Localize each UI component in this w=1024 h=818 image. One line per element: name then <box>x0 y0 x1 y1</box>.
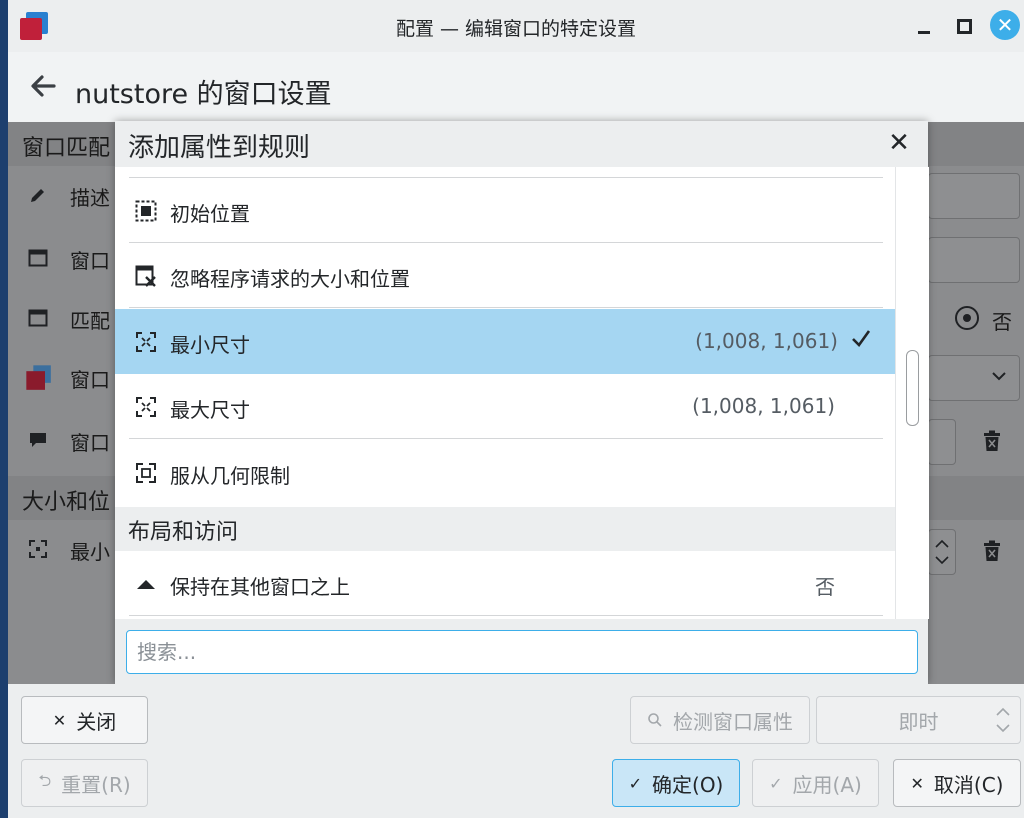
close-window-button[interactable]: ✕ <box>990 10 1020 40</box>
back-arrow-icon[interactable] <box>28 72 58 100</box>
list-item-ignore-geometry[interactable]: 忽略程序请求的大小和位置 <box>115 243 895 308</box>
dialog-footer: ✕ 关闭 检测窗口属性 即时 ⮌ 重置(R) ✓ 确定(O) ✓ 应用(A) ✕… <box>8 684 1024 818</box>
dialog-header: 添加属性到规则 ✕ <box>115 121 928 167</box>
list-item-keep-above[interactable]: 保持在其他窗口之上 否 <box>115 551 895 616</box>
spinner-icon <box>935 539 949 565</box>
trash-icon <box>984 540 1000 561</box>
detect-delay-spinner[interactable]: 即时 <box>816 696 1021 744</box>
dialog-close-button[interactable]: ✕ <box>885 129 913 157</box>
window-title: 配置 — 编辑窗口的特定设置 <box>395 18 637 40</box>
checkmark-icon: ✓ <box>769 773 783 793</box>
group-header-layout-access: 布局和访问 <box>115 507 895 551</box>
min-size-spinner <box>928 529 956 575</box>
property-list[interactable]: 初始位置 忽略程序请求的大小和位置 最小尺寸 (1,008, 1,061) 最大… <box>115 167 895 619</box>
search-bar <box>115 619 928 684</box>
min-size-icon <box>136 332 156 352</box>
checkmark-icon: ✓ <box>628 773 643 793</box>
ignore-geometry-icon <box>135 265 156 287</box>
cancel-button[interactable]: ✕ 取消(C) <box>893 759 1021 807</box>
resize-icon <box>29 540 47 558</box>
window-icon <box>28 249 48 267</box>
trash-icon <box>984 430 1000 451</box>
close-icon: ✕ <box>52 710 67 730</box>
checkmark-icon <box>852 330 871 348</box>
ok-button[interactable]: ✓ 确定(O) <box>612 759 740 807</box>
reset-button[interactable]: ⮌ 重置(R) <box>21 759 148 807</box>
apply-button[interactable]: ✓ 应用(A) <box>752 759 879 807</box>
page-header: nutstore 的窗口设置 <box>8 52 1024 122</box>
app-window-icon <box>26 365 51 390</box>
close-icon: ✕ <box>888 128 910 158</box>
close-icon: ✕ <box>996 13 1014 37</box>
max-size-value: (1,008, 1,061) <box>692 394 835 418</box>
window-class-field <box>928 237 1020 283</box>
window-type-combo <box>928 355 1020 401</box>
list-item-min-size[interactable]: 最小尺寸 (1,008, 1,061) <box>115 309 895 374</box>
radio-no <box>955 306 979 330</box>
max-size-icon <box>136 397 156 417</box>
window-title-field <box>928 419 956 465</box>
search-input[interactable] <box>126 630 918 674</box>
position-icon <box>135 200 157 222</box>
add-property-dialog: 添加属性到规则 ✕ 初始位置 忽略程序请求的大小和位置 最小尺寸 (1,008,… <box>115 121 929 684</box>
keep-above-value: 否 <box>815 575 835 599</box>
pencil-icon <box>31 189 44 202</box>
close-icon: ✕ <box>910 773 924 793</box>
list-item-initial-position[interactable]: 初始位置 <box>115 178 895 243</box>
dialog-title: 添加属性到规则 <box>128 133 311 163</box>
minimize-button[interactable] <box>910 12 938 40</box>
keep-above-icon <box>137 580 155 589</box>
chevron-down-icon <box>992 372 1006 381</box>
maximize-button[interactable] <box>950 12 978 40</box>
window-icon <box>28 309 48 327</box>
list-item-obey-geometry[interactable]: 服从几何限制 <box>115 440 895 505</box>
desktop-edge <box>0 0 8 818</box>
page-title: nutstore 的窗口设置 <box>75 79 332 110</box>
list-item-max-size[interactable]: 最大尺寸 (1,008, 1,061) <box>115 374 895 439</box>
obey-geometry-icon <box>136 463 156 483</box>
undo-icon: ⮌ <box>38 770 52 790</box>
close-button[interactable]: ✕ 关闭 <box>21 696 148 744</box>
min-size-value: (1,008, 1,061) <box>695 329 838 353</box>
window-titlebar[interactable]: 配置 — 编辑窗口的特定设置 ✕ <box>8 0 1024 52</box>
list-scrollbar[interactable] <box>895 167 929 619</box>
description-field <box>928 173 1020 219</box>
search-icon <box>648 713 662 727</box>
detect-window-properties-button[interactable]: 检测窗口属性 <box>630 696 810 744</box>
radio-no-label: 否 <box>992 310 1012 334</box>
scrollbar-thumb[interactable] <box>906 350 919 426</box>
comment-icon <box>30 433 46 447</box>
spinner-icon <box>996 707 1010 733</box>
